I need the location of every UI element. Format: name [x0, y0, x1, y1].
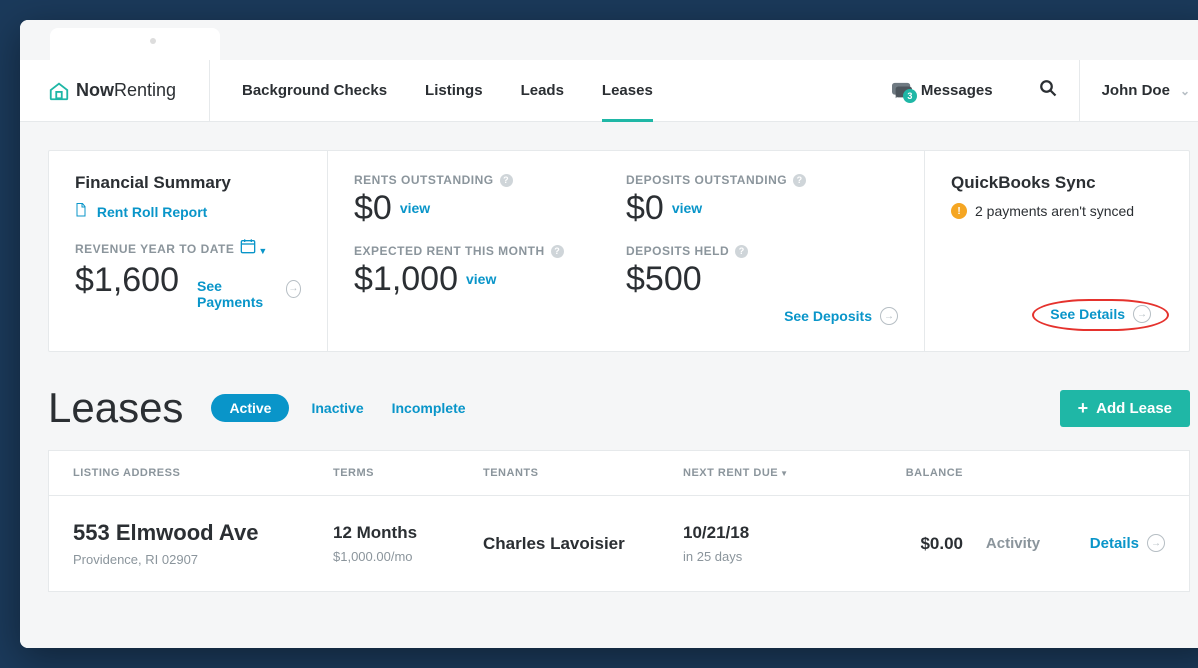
- pdf-icon: [75, 204, 91, 220]
- sort-caret-icon: ▼: [780, 469, 788, 478]
- help-icon[interactable]: ?: [735, 245, 748, 258]
- table-row: 553 Elmwood Ave Providence, RI 02907 12 …: [49, 496, 1189, 591]
- warning-icon: !: [951, 203, 967, 219]
- deposits-outstanding-label: DEPOSITS OUTSTANDING?: [626, 173, 898, 187]
- nav-leases[interactable]: Leases: [602, 60, 653, 121]
- leases-heading-row: Leases Active Inactive Incomplete +Add L…: [48, 384, 1190, 432]
- help-icon[interactable]: ?: [551, 245, 564, 258]
- see-details-link[interactable]: See Details: [1050, 306, 1125, 322]
- rents-deposits-card: RENTS OUTSTANDING? $0 view EXPECTED RENT …: [327, 151, 924, 351]
- deposits-outstanding-view-link[interactable]: view: [672, 200, 702, 216]
- deposits-held-value: $500: [626, 260, 702, 299]
- logo[interactable]: NowRenting: [20, 60, 210, 121]
- tab-inactive[interactable]: Inactive: [311, 400, 363, 416]
- tab-active[interactable]: Active: [211, 394, 289, 422]
- nav-leads[interactable]: Leads: [521, 60, 564, 121]
- row-details-link[interactable]: Details→: [1090, 534, 1165, 552]
- user-name: John Doe: [1102, 82, 1170, 99]
- row-rate: $1,000.00/mo: [333, 549, 483, 564]
- deposits-held-label: DEPOSITS HELD?: [626, 244, 898, 258]
- user-menu[interactable]: John Doe ⌄: [1079, 60, 1198, 121]
- rents-outstanding-value: $0: [354, 189, 392, 228]
- see-payments-link[interactable]: See Payments: [197, 278, 276, 310]
- deposits-outstanding-value: $0: [626, 189, 664, 228]
- quickbooks-title: QuickBooks Sync: [951, 173, 1163, 193]
- messages-label: Messages: [921, 82, 993, 99]
- col-tenants[interactable]: TENANTS: [483, 467, 683, 479]
- date-picker-button[interactable]: ▼: [240, 238, 267, 259]
- help-icon[interactable]: ?: [793, 174, 806, 187]
- row-next-relative: in 25 days: [683, 549, 853, 564]
- financial-summary-card: Financial Summary Rent Roll Report REVEN…: [49, 151, 327, 351]
- quickbooks-warning: ! 2 payments aren't synced: [951, 203, 1163, 219]
- row-activity-link[interactable]: Activity: [986, 535, 1040, 552]
- messages-badge: 3: [903, 89, 917, 103]
- col-terms[interactable]: TERMS: [333, 467, 483, 479]
- financial-summary-title: Financial Summary: [75, 173, 301, 193]
- row-terms: 12 Months: [333, 523, 483, 543]
- leases-heading: Leases: [48, 384, 183, 432]
- see-deposits-link[interactable]: See Deposits: [784, 308, 872, 324]
- chevron-down-icon: ⌄: [1180, 84, 1190, 98]
- arrow-right-icon: →: [286, 280, 301, 298]
- app-header: NowRenting Background Checks Listings Le…: [20, 60, 1198, 122]
- tab-indicator-dot: [150, 38, 156, 44]
- nav-listings[interactable]: Listings: [425, 60, 483, 121]
- add-lease-button[interactable]: +Add Lease: [1060, 390, 1190, 427]
- col-balance[interactable]: BALANCE: [853, 467, 963, 479]
- expected-rent-view-link[interactable]: view: [466, 271, 496, 287]
- rents-outstanding-label: RENTS OUTSTANDING?: [354, 173, 626, 187]
- arrow-right-icon: →: [1133, 305, 1151, 323]
- search-icon: [1039, 79, 1057, 97]
- rent-roll-report-link[interactable]: Rent Roll Report: [75, 204, 207, 220]
- summary-cards: Financial Summary Rent Roll Report REVEN…: [48, 150, 1190, 352]
- row-city: Providence, RI 02907: [73, 552, 333, 567]
- main-nav: Background Checks Listings Leads Leases: [210, 60, 867, 121]
- rents-outstanding-view-link[interactable]: view: [400, 200, 430, 216]
- arrow-right-icon: →: [880, 307, 898, 325]
- row-next-due: 10/21/18: [683, 523, 853, 543]
- row-balance: $0.00: [920, 534, 963, 553]
- col-listing-address[interactable]: LISTING ADDRESS: [73, 467, 333, 479]
- plus-icon: +: [1078, 401, 1089, 415]
- messages-button[interactable]: 3 Messages: [867, 81, 1017, 101]
- table-header: LISTING ADDRESS TERMS TENANTS NEXT RENT …: [49, 451, 1189, 496]
- tab-incomplete[interactable]: Incomplete: [392, 400, 466, 416]
- row-address: 553 Elmwood Ave: [73, 520, 333, 546]
- row-tenant: Charles Lavoisier: [483, 534, 683, 554]
- nav-background-checks[interactable]: Background Checks: [242, 60, 387, 121]
- messages-icon: 3: [891, 81, 913, 101]
- logo-icon: [48, 80, 70, 102]
- see-details-highlight: See Details →: [1032, 299, 1169, 331]
- leases-table: LISTING ADDRESS TERMS TENANTS NEXT RENT …: [48, 450, 1190, 592]
- revenue-value: $1,600: [75, 261, 179, 300]
- arrow-right-icon: →: [1147, 534, 1165, 552]
- revenue-label: REVENUE YEAR TO DATE ▼: [75, 238, 301, 259]
- expected-rent-label: EXPECTED RENT THIS MONTH?: [354, 244, 626, 258]
- browser-tab-bar: [20, 20, 1198, 60]
- search-button[interactable]: [1017, 79, 1079, 102]
- col-next-rent-due[interactable]: NEXT RENT DUE▼: [683, 467, 853, 479]
- browser-tab[interactable]: [50, 28, 220, 60]
- help-icon[interactable]: ?: [500, 174, 513, 187]
- quickbooks-sync-card: QuickBooks Sync ! 2 payments aren't sync…: [924, 151, 1189, 351]
- expected-rent-value: $1,000: [354, 260, 458, 299]
- logo-text: NowRenting: [76, 80, 176, 101]
